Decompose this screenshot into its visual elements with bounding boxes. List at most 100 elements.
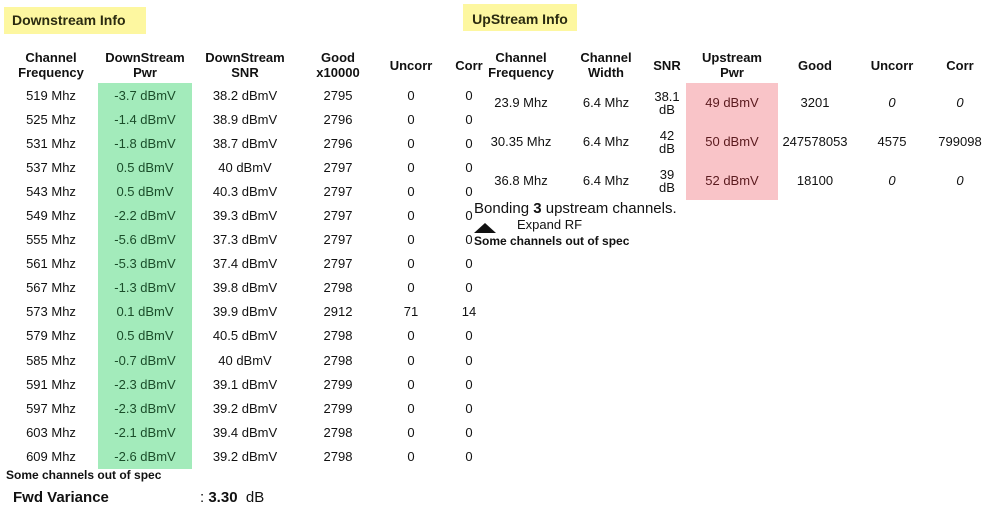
downstream-snr-cell: 37.3 dBmV [212, 232, 278, 248]
uncorr-count-cell: 0 [888, 173, 896, 188]
snr-cell: 39 dB [659, 166, 675, 195]
channel-frequency-cell: 519 Mhz [26, 87, 76, 103]
good-count-cell: 2798 [323, 280, 353, 296]
channel-frequency-cell: 23.9 Mhz [494, 95, 548, 110]
channel-frequency-cell: 603 Mhz [26, 424, 76, 440]
channel-frequency-cell: 537 Mhz [26, 159, 76, 175]
good-count-cell: 2798 [323, 424, 353, 440]
channel-frequency-cell: 591 Mhz [26, 376, 76, 392]
downstream-pwr-cell: 0.5 dBmV [98, 179, 192, 204]
downstream-pwr-cell: -5.3 dBmV [98, 251, 192, 276]
downstream-table-row: 573 Mhz 0.1 dBmV 39.9 dBmV 2912 71 14 [4, 299, 494, 324]
channel-width-cell: 6.4 Mhz [582, 173, 630, 188]
downstream-col-header: DownStream Pwr [105, 50, 185, 80]
downstream-pwr-cell: -1.3 dBmV [98, 275, 192, 300]
uncorr-count-cell: 0 [407, 135, 415, 151]
uncorr-count-cell: 0 [407, 352, 415, 368]
good-count-cell: 2799 [323, 400, 353, 416]
downstream-table-row: 519 Mhz -3.7 dBmV 38.2 dBmV 2795 0 0 [4, 83, 494, 108]
downstream-pwr-cell: -0.7 dBmV [98, 348, 192, 373]
channel-width-cell: 6.4 Mhz [582, 95, 630, 110]
uncorr-count-cell: 0 [407, 159, 415, 175]
downstream-snr-cell: 39.4 dBmV [212, 424, 278, 440]
good-count-cell: 2797 [323, 208, 353, 224]
downstream-col-header: Good x10000 [316, 50, 360, 80]
downstream-snr-cell: 39.1 dBmV [212, 376, 278, 392]
downstream-snr-cell: 38.2 dBmV [212, 87, 278, 103]
corr-count-cell: 799098 [938, 134, 982, 149]
good-count-cell: 2798 [323, 352, 353, 368]
downstream-snr-cell: 39.8 dBmV [212, 280, 278, 296]
downstream-table: Channel Frequency DownStream Pwr DownStream S… [4, 47, 494, 469]
downstream-table-row: 609 Mhz -2.6 dBmV 39.2 dBmV 2798 0 0 [4, 444, 494, 469]
downstream-table-row: 531 Mhz -1.8 dBmV 38.7 dBmV 2796 0 0 [4, 131, 494, 156]
channel-frequency-cell: 573 Mhz [26, 304, 76, 320]
downstream-pwr-cell: -3.7 dBmV [98, 83, 192, 108]
uncorr-count-cell: 0 [407, 280, 415, 296]
corr-count-cell: 0 [465, 376, 473, 392]
channel-width-cell: 6.4 Mhz [582, 134, 630, 149]
good-count-cell: 2796 [323, 135, 353, 151]
upstream-table-row: 36.8 Mhz 6.4 Mhz 39 dB 52 dBmV 18100 0 0 [478, 161, 988, 200]
downstream-snr-cell: 39.2 dBmV [212, 448, 278, 464]
upstream-pwr-cell: 52 dBmV [686, 161, 778, 200]
downstream-snr-cell: 39.2 dBmV [212, 400, 278, 416]
channel-frequency-cell: 549 Mhz [26, 208, 76, 224]
triangle-up-icon[interactable] [474, 223, 496, 233]
downstream-pwr-cell: 0.1 dBmV [98, 299, 192, 324]
downstream-table-body: 519 Mhz -3.7 dBmV 38.2 dBmV 2795 0 0 525 Mhz -1… [4, 83, 494, 469]
good-count-cell: 2797 [323, 256, 353, 272]
corr-count-cell: 0 [465, 424, 473, 440]
channel-frequency-cell: 531 Mhz [26, 135, 76, 151]
good-count-cell: 2797 [323, 183, 353, 199]
channel-frequency-cell: 567 Mhz [26, 280, 76, 296]
upstream-pwr-cell: 49 dBmV [686, 83, 778, 122]
downstream-col-header: Uncorr [389, 57, 433, 73]
upstream-table-body: 23.9 Mhz 6.4 Mhz 38.1 dB 49 dBmV 3201 0 0 30.35 … [478, 83, 988, 200]
good-count-cell: 2798 [323, 328, 353, 344]
corr-count-cell: 0 [465, 448, 473, 464]
good-count-cell: 2795 [323, 87, 353, 103]
good-count-cell: 2796 [323, 111, 353, 127]
downstream-pwr-cell: -5.6 dBmV [98, 227, 192, 252]
upstream-status: Some channels out of spec [474, 234, 630, 248]
uncorr-count-cell: 0 [407, 232, 415, 248]
upstream-col-header: Corr [946, 57, 974, 73]
good-count-cell: 18100 [796, 173, 834, 188]
fwd-variance-value: : 3.30 dB [200, 489, 264, 506]
downstream-table-row: 591 Mhz -2.3 dBmV 39.1 dBmV 2799 0 0 [4, 372, 494, 397]
channel-frequency-cell: 555 Mhz [26, 232, 76, 248]
downstream-section-title: Downstream Info [4, 7, 146, 34]
downstream-snr-cell: 40.5 dBmV [212, 328, 278, 344]
upstream-section-title: UpStream Info [463, 4, 577, 31]
downstream-table-row: 525 Mhz -1.4 dBmV 38.9 dBmV 2796 0 0 [4, 107, 494, 132]
downstream-pwr-cell: -2.3 dBmV [98, 372, 192, 397]
uncorr-count-cell: 71 [403, 304, 419, 320]
downstream-table-row: 549 Mhz -2.2 dBmV 39.3 dBmV 2797 0 0 [4, 203, 494, 228]
downstream-col-header: DownStream SNR [205, 50, 285, 80]
upstream-table: Channel Frequency Channel Width SNR Upstream P… [478, 47, 988, 200]
expand-rf-label[interactable]: Expand RF [517, 217, 582, 232]
good-count-cell: 2797 [323, 232, 353, 248]
uncorr-count-cell: 0 [407, 448, 415, 464]
uncorr-count-cell: 0 [407, 376, 415, 392]
corr-count-cell: 0 [465, 256, 473, 272]
downstream-table-row: 585 Mhz -0.7 dBmV 40 dBmV 2798 0 0 [4, 348, 494, 373]
downstream-pwr-cell: -2.1 dBmV [98, 420, 192, 445]
uncorr-count-cell: 4575 [877, 134, 907, 149]
uncorr-count-cell: 0 [407, 111, 415, 127]
good-count-cell: 2912 [323, 304, 353, 320]
downstream-snr-cell: 40 dBmV [218, 159, 272, 175]
upstream-table-row: 23.9 Mhz 6.4 Mhz 38.1 dB 49 dBmV 3201 0 0 [478, 83, 988, 122]
upstream-col-header: Good [798, 57, 832, 73]
snr-cell: 42 dB [659, 127, 675, 156]
fwd-variance-unit: dB [245, 489, 265, 506]
corr-count-cell: 0 [956, 173, 964, 188]
uncorr-count-cell: 0 [407, 424, 415, 440]
downstream-status: Some channels out of spec [6, 468, 162, 482]
corr-count-cell: 0 [465, 280, 473, 296]
expand-rf-toggle[interactable]: Expand RF [474, 217, 614, 235]
downstream-snr-cell: 38.9 dBmV [212, 111, 278, 127]
downstream-table-row: 579 Mhz 0.5 dBmV 40.5 dBmV 2798 0 0 [4, 323, 494, 349]
uncorr-count-cell: 0 [888, 95, 896, 110]
